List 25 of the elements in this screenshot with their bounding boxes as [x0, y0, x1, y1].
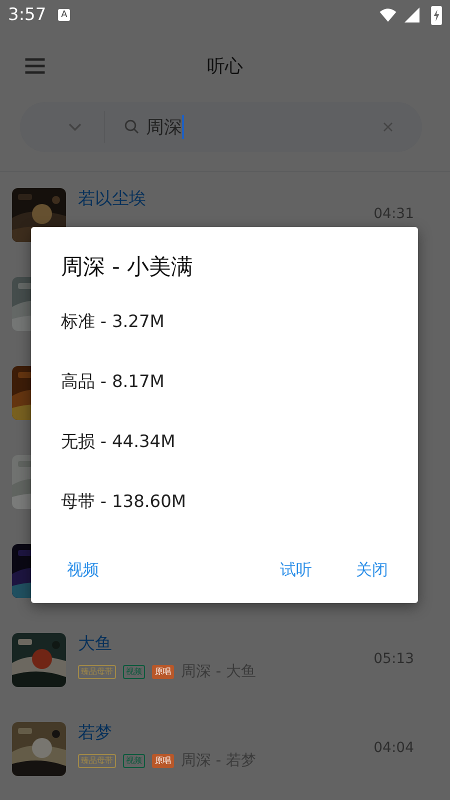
signal-icon [403, 6, 421, 24]
tag: 视频 [123, 664, 145, 678]
quality-option[interactable]: 无损 - 44.34M [61, 425, 176, 459]
quality-option[interactable]: 母带 - 138.60M [61, 485, 186, 519]
tag: 臻品母带 [78, 754, 116, 768]
tag: 臻品母带 [78, 664, 116, 678]
dialog-button[interactable]: 试听 [266, 554, 326, 587]
tag: 原唱 [152, 754, 174, 768]
wifi-icon [379, 6, 397, 24]
song-title[interactable]: 若以尘埃 [78, 188, 374, 210]
dialog-button[interactable]: 关闭 [342, 554, 402, 587]
dialog-button[interactable]: 视频 [53, 554, 113, 587]
quality-option[interactable]: 高品 - 8.17M [61, 365, 164, 399]
song-title[interactable]: 大鱼 [78, 633, 374, 655]
dialog-title: 周深 - 小美满 [61, 254, 193, 282]
search-field[interactable]: 周深 [146, 115, 380, 139]
search-icon [123, 118, 141, 136]
battery-icon [431, 6, 442, 24]
song-title[interactable]: 若梦 [78, 722, 374, 744]
quality-option[interactable]: 标准 - 3.27M [61, 305, 164, 339]
status-time: 3:57 [8, 5, 46, 25]
tag: 视频 [123, 754, 145, 768]
keyboard-badge: A [58, 9, 70, 21]
app-title: 听心 [206, 55, 244, 78]
tag: 原唱 [152, 664, 174, 678]
